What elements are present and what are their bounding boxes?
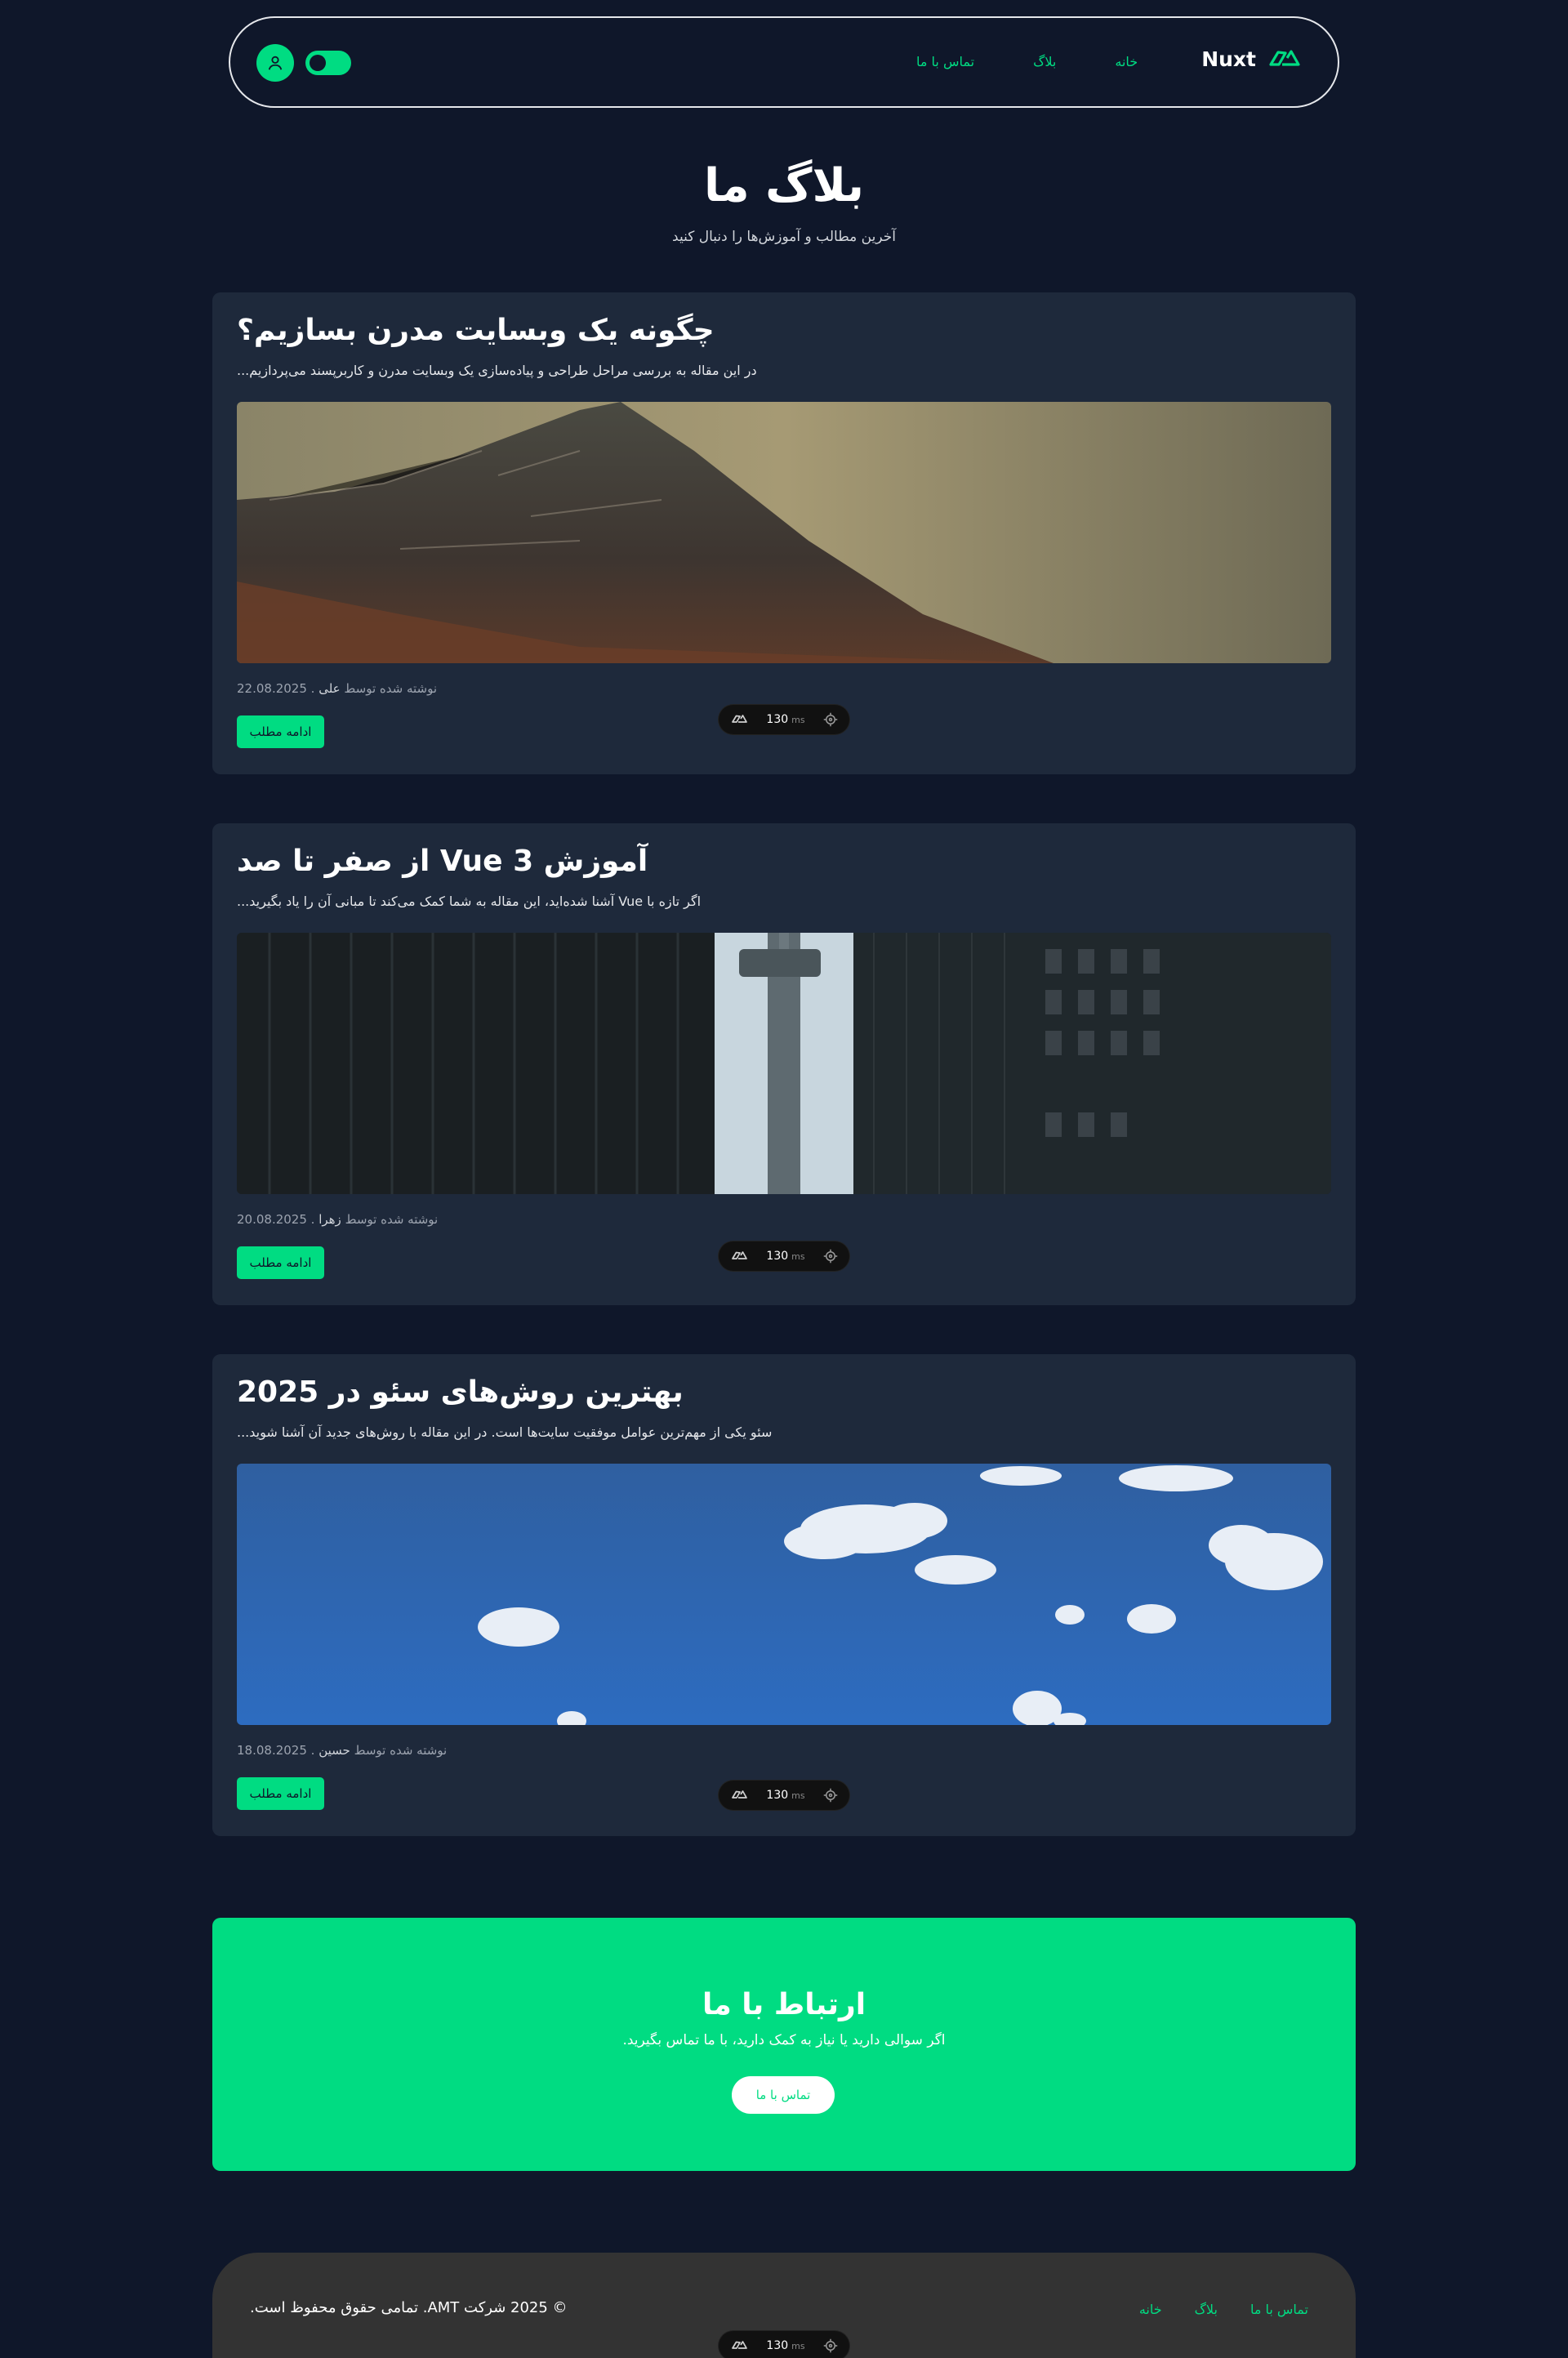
nav-link-home[interactable]: خانه: [1115, 54, 1138, 69]
user-button[interactable]: [256, 44, 294, 82]
crosshair-icon: [823, 712, 838, 727]
nuxt-devtools-pill[interactable]: 130 ms: [719, 705, 849, 734]
render-time-value: 130: [766, 2339, 789, 2352]
render-time: 130 ms: [766, 2339, 804, 2352]
post-date: 18.08.2025: [237, 1743, 307, 1758]
read-more-button[interactable]: ادامه مطلب: [237, 715, 324, 748]
post-title[interactable]: آموزش Vue 3 از صفر تا صد: [237, 845, 648, 878]
render-time-value: 130: [766, 713, 789, 726]
post-meta-prefix: نوشته شده توسط: [345, 1212, 439, 1227]
brand-logo[interactable]: Nuxt: [1201, 47, 1300, 71]
cta-text: اگر سوالی دارید یا نیاز به کمک دارید، با…: [622, 2032, 946, 2048]
render-time-unit: ms: [791, 1251, 805, 1262]
top-navbar: خانه بلاگ تماس با ما Nuxt: [229, 16, 1339, 108]
post-title[interactable]: چگونه یک وبسایت مدرن بسازیم؟: [237, 314, 715, 347]
post-meta-prefix: نوشته شده توسط: [344, 681, 438, 696]
post-author: زهرا: [318, 1212, 341, 1227]
nuxt-logo-icon: [1269, 49, 1300, 66]
footer-link-blog[interactable]: بلاگ: [1195, 2302, 1218, 2317]
cta-title: ارتباط با ما: [702, 1988, 866, 2021]
nav-link-contact[interactable]: تماس با ما: [916, 54, 974, 69]
post-meta: نوشته شده توسط زهرا . 20.08.2025: [237, 1212, 439, 1227]
user-icon: [268, 56, 283, 70]
nuxt-devtools-pill[interactable]: 130 ms: [719, 2331, 849, 2358]
contact-cta-section: ارتباط با ما اگر سوالی دارید یا نیاز به …: [212, 1918, 1356, 2171]
page-title: بلاگ ما: [703, 159, 865, 212]
nav-link-blog[interactable]: بلاگ: [1033, 54, 1056, 69]
theme-toggle[interactable]: [305, 51, 351, 75]
copyright-text: © 2025 شرکت AMT. تمامی حقوق محفوظ است.: [250, 2299, 568, 2316]
site-footer: تماس با ما بلاگ خانه © 2025 شرکت AMT. تم…: [212, 2253, 1356, 2358]
nuxt-icon: [732, 1251, 747, 1259]
post-meta: نوشته شده توسط حسین . 18.08.2025: [237, 1743, 448, 1758]
nuxt-devtools-pill[interactable]: 130 ms: [719, 1781, 849, 1810]
crosshair-icon: [823, 1249, 838, 1264]
post-image-sky: [237, 1464, 1331, 1725]
page-subtitle: آخرین مطالب و آموزش‌ها را دنبال کنید: [672, 229, 896, 245]
render-time: 130 ms: [766, 1789, 804, 1802]
brand-name: Nuxt: [1201, 47, 1256, 71]
nuxt-icon: [732, 1790, 747, 1799]
nuxt-icon: [732, 715, 747, 723]
footer-link-home[interactable]: خانه: [1139, 2302, 1162, 2317]
nav-links: خانه بلاگ تماس با ما: [916, 54, 1138, 69]
read-more-button[interactable]: ادامه مطلب: [237, 1246, 324, 1279]
crosshair-icon: [823, 1788, 838, 1803]
post-meta: نوشته شده توسط علی . 22.08.2025: [237, 681, 438, 696]
post-date: 20.08.2025: [237, 1212, 307, 1227]
navbar-controls: [256, 44, 351, 82]
read-more-button[interactable]: ادامه مطلب: [237, 1777, 324, 1810]
nuxt-icon: [732, 2341, 747, 2349]
nuxt-devtools-pill[interactable]: 130 ms: [719, 1241, 849, 1271]
post-title[interactable]: بهترین روش‌های سئو در 2025: [237, 1375, 684, 1409]
toggle-knob: [310, 55, 326, 71]
post-excerpt: سئو یکی از مهم‌ترین عوامل موفقیت سایت‌ها…: [237, 1424, 773, 1440]
post-excerpt: در این مقاله به بررسی مراحل طراحی و پیاد…: [237, 363, 757, 378]
post-excerpt: اگر تازه با Vue آشنا شده‌اید، این مقاله …: [237, 894, 702, 909]
contact-button[interactable]: تماس با ما: [732, 2076, 835, 2114]
blog-post-card: چگونه یک وبسایت مدرن بسازیم؟ در این مقال…: [212, 292, 1356, 774]
render-time-value: 130: [766, 1789, 789, 1802]
render-time-unit: ms: [791, 715, 805, 725]
render-time-unit: ms: [791, 2341, 805, 2351]
footer-links: تماس با ما بلاگ خانه: [1139, 2302, 1308, 2317]
post-image-mountain: [237, 402, 1331, 663]
blog-post-card: آموزش Vue 3 از صفر تا صد اگر تازه با Vue…: [212, 823, 1356, 1305]
render-time-value: 130: [766, 1250, 789, 1263]
post-author: حسین: [318, 1743, 350, 1758]
post-image-tower: [237, 933, 1331, 1194]
crosshair-icon: [823, 2338, 838, 2353]
render-time-unit: ms: [791, 1790, 805, 1801]
blog-post-card: بهترین روش‌های سئو در 2025 سئو یکی از مه…: [212, 1354, 1356, 1836]
post-meta-prefix: نوشته شده توسط: [354, 1743, 448, 1758]
post-author: علی: [318, 681, 341, 696]
render-time: 130 ms: [766, 713, 804, 726]
render-time: 130 ms: [766, 1250, 804, 1263]
post-date: 22.08.2025: [237, 681, 307, 696]
footer-link-contact[interactable]: تماس با ما: [1250, 2302, 1308, 2317]
